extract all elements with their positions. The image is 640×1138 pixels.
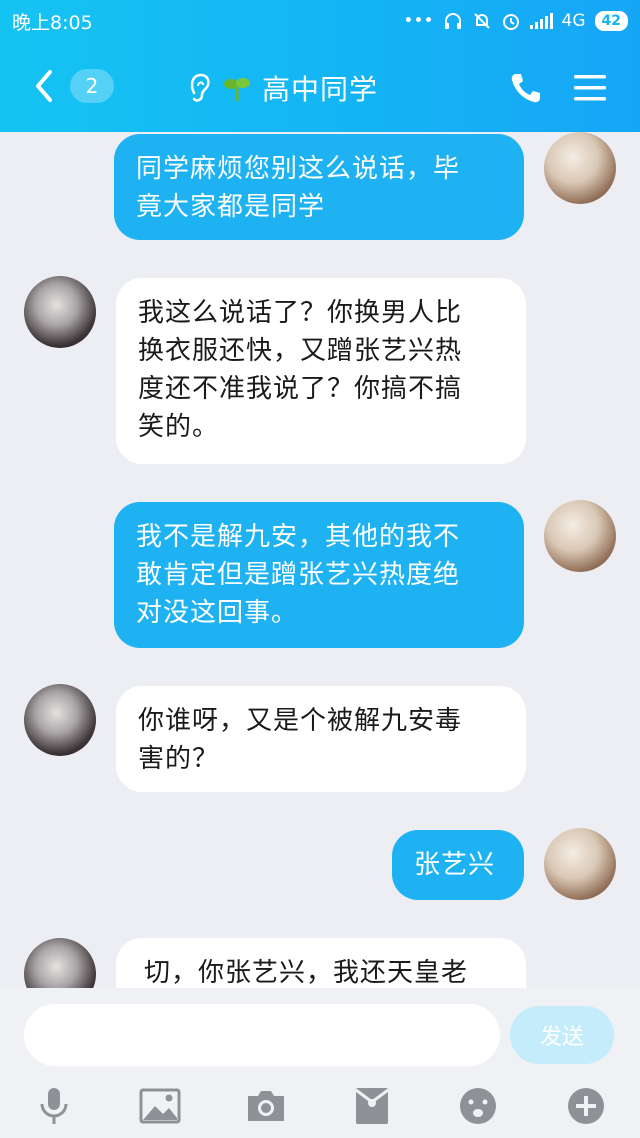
- message-line: 换衣服还快，又蹭张艺兴热: [138, 336, 463, 366]
- contact-avatar[interactable]: [24, 938, 96, 988]
- my-avatar[interactable]: [544, 500, 616, 572]
- phone-icon[interactable]: [508, 70, 544, 106]
- sprout-icon: [224, 78, 250, 101]
- red-packet-icon: [355, 1088, 389, 1124]
- my-avatar[interactable]: [544, 828, 616, 900]
- network-type: 4G: [561, 11, 586, 31]
- voice-button[interactable]: [32, 1084, 76, 1128]
- status-time: 晚上8:05: [12, 11, 93, 34]
- message-line: 我这么说话了？你换男人比: [138, 298, 463, 328]
- image-button[interactable]: [138, 1084, 182, 1128]
- input-toolbar: [0, 1084, 640, 1128]
- contact-avatar[interactable]: [24, 684, 96, 756]
- message-line: 笑的。: [138, 412, 220, 442]
- microphone-icon: [40, 1088, 68, 1124]
- nav-bar: 2 高中同学: [0, 50, 640, 126]
- chat-title: 高中同学: [262, 73, 379, 106]
- chat-header: 晚上8:05 ••• 4G 42 2 高中同学: [0, 0, 640, 132]
- alarm-icon: [502, 14, 519, 30]
- message-line: 度还不准我说了？你搞不搞: [138, 374, 463, 404]
- incoming-message-bubble[interactable]: 我这么说话了？你换男人比 换衣服还快，又蹭张艺兴热 度还不准我说了？你搞不搞 笑…: [116, 278, 526, 464]
- message-list[interactable]: 同学麻烦您别这么说话，毕 竟大家都是同学 我这么说话了？你换男人比 换衣服还快，…: [0, 132, 640, 988]
- headphone-icon: [444, 13, 461, 29]
- message-line: 害的？: [138, 744, 220, 774]
- emoji-button[interactable]: [456, 1084, 500, 1128]
- signal-icon: [529, 13, 553, 29]
- emoji-icon: [460, 1088, 496, 1124]
- mute-bell-icon: [473, 13, 490, 29]
- message-line: 敢肯定但是蹭张艺兴热度绝: [136, 560, 461, 590]
- title-group: 高中同学: [188, 68, 378, 108]
- outgoing-message-bubble[interactable]: 张艺兴: [392, 830, 524, 900]
- message-input[interactable]: [24, 1004, 500, 1066]
- image-icon: [139, 1088, 181, 1124]
- input-area: 发送: [0, 988, 640, 1138]
- message-line: 对没这回事。: [136, 598, 299, 628]
- plus-icon: [568, 1088, 604, 1124]
- battery-indicator: 42: [594, 11, 628, 31]
- chevron-left-icon: [36, 70, 52, 102]
- status-bar: 晚上8:05 ••• 4G 42: [0, 0, 640, 42]
- message-line: 同学麻烦您别这么说话，毕: [136, 154, 461, 184]
- outgoing-message-bubble[interactable]: 我不是解九安，其他的我不 敢肯定但是蹭张艺兴热度绝 对没这回事。: [114, 502, 524, 648]
- message-line: 我不是解九安，其他的我不: [136, 522, 461, 552]
- status-icons: ••• 4G 42: [403, 11, 628, 31]
- red-packet-button[interactable]: [350, 1084, 394, 1128]
- more-button[interactable]: [564, 1084, 608, 1128]
- battery-level: 42: [601, 13, 621, 29]
- ear-icon: [190, 73, 210, 102]
- send-button[interactable]: 发送: [510, 1006, 614, 1064]
- incoming-message-bubble[interactable]: 你谁呀，又是个被解九安毒 害的？: [116, 686, 526, 792]
- message-line: 竟大家都是同学: [136, 192, 326, 222]
- menu-icon[interactable]: [572, 72, 608, 104]
- message-line: 你谁呀，又是个被解九安毒: [138, 706, 463, 736]
- back-button[interactable]: 2: [26, 64, 114, 108]
- more-dots-icon: •••: [403, 11, 434, 31]
- outgoing-message-bubble[interactable]: 同学麻烦您别这么说话，毕 竟大家都是同学: [114, 134, 524, 240]
- camera-icon: [248, 1091, 284, 1121]
- message-line: 切，你张艺兴，我还天皇老: [144, 958, 469, 988]
- message-line: 张艺兴: [414, 850, 496, 880]
- camera-button[interactable]: [244, 1084, 288, 1128]
- incoming-message-bubble[interactable]: 切，你张艺兴，我还天皇老: [116, 938, 526, 988]
- contact-avatar[interactable]: [24, 276, 96, 348]
- my-avatar[interactable]: [544, 132, 616, 204]
- unread-count-badge: 2: [70, 69, 114, 103]
